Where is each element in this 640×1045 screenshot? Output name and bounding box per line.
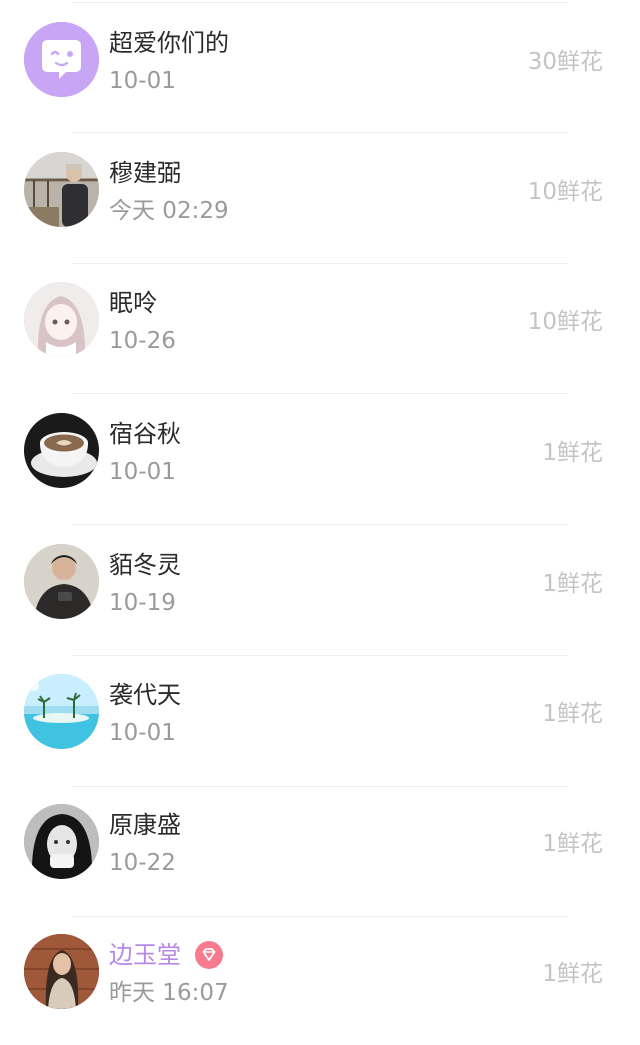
user-name: 宿谷秋 bbox=[109, 420, 181, 448]
flower-count: 1鲜花 bbox=[542, 571, 603, 597]
avatar[interactable] bbox=[24, 22, 99, 97]
flower-count: 1鲜花 bbox=[542, 831, 603, 857]
photo-beach bbox=[24, 674, 99, 749]
flower-count: 10鲜花 bbox=[527, 309, 603, 335]
flower-count: 10鲜花 bbox=[527, 179, 603, 205]
avatar[interactable] bbox=[24, 282, 99, 357]
avatar[interactable] bbox=[24, 544, 99, 619]
list-item[interactable]: 貊冬灵 10-19 1鲜花 bbox=[0, 524, 640, 654]
flower-gift-list: 超爱你们的 10-01 30鲜花 穆建弼 今天 02:29 10鲜花 眠呤 10… bbox=[0, 0, 640, 1027]
user-name: 袭代天 bbox=[109, 681, 181, 709]
avatar[interactable] bbox=[24, 804, 99, 879]
flower-count: 30鲜花 bbox=[527, 49, 603, 75]
list-item[interactable]: 宿谷秋 10-01 1鲜花 bbox=[0, 393, 640, 523]
user-name: 眠呤 bbox=[109, 289, 157, 317]
photo-coffee-cup bbox=[24, 413, 99, 488]
gift-time: 10-26 bbox=[109, 328, 176, 354]
gift-time: 10-01 bbox=[109, 68, 176, 94]
user-name: 超爱你们的 bbox=[109, 29, 229, 57]
flower-count: 1鲜花 bbox=[542, 701, 603, 727]
photo-person-phone bbox=[24, 544, 99, 619]
user-name: 边玉堂 bbox=[109, 941, 181, 969]
user-name: 原康盛 bbox=[109, 811, 181, 839]
gift-time: 10-19 bbox=[109, 590, 176, 616]
flower-count: 1鲜花 bbox=[542, 440, 603, 466]
gift-time: 10-22 bbox=[109, 850, 176, 876]
list-item[interactable]: 穆建弼 今天 02:29 10鲜花 bbox=[0, 131, 640, 261]
flower-count: 1鲜花 bbox=[542, 961, 603, 987]
chat-bubble-icon bbox=[24, 22, 99, 97]
avatar[interactable] bbox=[24, 152, 99, 227]
list-item[interactable]: 边玉堂 昨天 16:07 1鲜花 bbox=[0, 915, 640, 1045]
photo-anime-girl bbox=[24, 282, 99, 357]
user-name: 穆建弼 bbox=[109, 159, 181, 187]
user-name: 貊冬灵 bbox=[109, 551, 181, 579]
photo-person-outdoor bbox=[24, 152, 99, 227]
gift-time: 昨天 16:07 bbox=[109, 980, 229, 1006]
list-item[interactable]: 超爱你们的 10-01 30鲜花 bbox=[0, 0, 640, 130]
list-item[interactable]: 眠呤 10-26 10鲜花 bbox=[0, 262, 640, 392]
avatar[interactable] bbox=[24, 674, 99, 749]
list-item[interactable]: 袭代天 10-01 1鲜花 bbox=[0, 654, 640, 784]
gift-time: 今天 02:29 bbox=[109, 198, 229, 224]
photo-girl-bw bbox=[24, 804, 99, 879]
photo-girl-brown bbox=[24, 934, 99, 1009]
list-item[interactable]: 原康盛 10-22 1鲜花 bbox=[0, 785, 640, 915]
diamond-icon bbox=[195, 941, 223, 969]
gift-time: 10-01 bbox=[109, 720, 176, 746]
gift-time: 10-01 bbox=[109, 459, 176, 485]
avatar[interactable] bbox=[24, 413, 99, 488]
avatar[interactable] bbox=[24, 934, 99, 1009]
